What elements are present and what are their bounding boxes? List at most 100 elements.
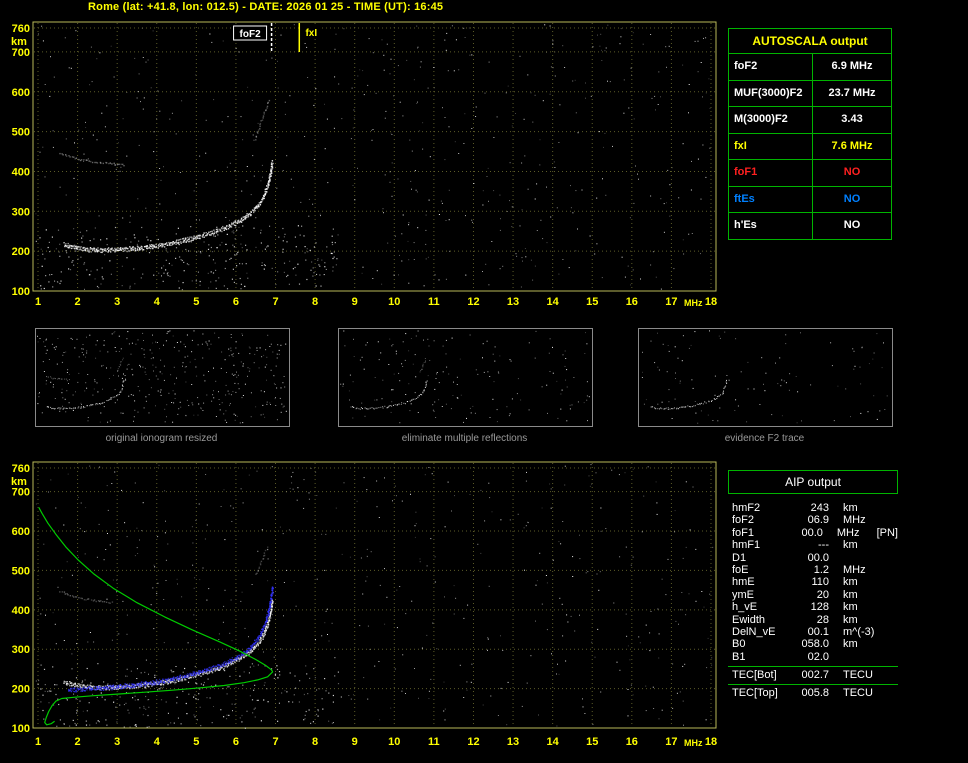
aip-row-unit [829,552,879,564]
svg-text:300: 300 [12,644,30,656]
svg-text:km: km [11,476,27,488]
svg-text:6: 6 [233,296,239,308]
svg-text:600: 600 [12,87,30,99]
svg-text:760: 760 [12,463,30,475]
svg-text:200: 200 [12,246,30,258]
aip-row-label: foF2 [732,514,755,527]
aip-row-unit: m^(-3) [843,625,875,638]
aip-row-note [879,564,898,576]
svg-text:400: 400 [12,605,30,617]
aip-row-note [879,576,898,588]
svg-text:200: 200 [12,684,30,696]
aip-row-label: h_vE [732,601,758,614]
autoscala-row-label: fxI [729,133,813,159]
svg-text:13: 13 [507,296,519,308]
aip-row-label: foF1 [732,526,755,539]
aip-row-note [879,651,898,663]
svg-text:14: 14 [547,296,560,308]
svg-text:17: 17 [665,296,677,308]
svg-text:4: 4 [154,736,161,748]
table-row: MUF(3000)F2 23.7 MHz [729,80,891,107]
aip-row-unit: km [843,601,858,614]
autoscala-row-value: 3.43 [841,113,863,125]
svg-text:5: 5 [193,296,199,308]
svg-text:300: 300 [12,206,30,218]
autoscala-row-label: h'Es [729,213,813,239]
svg-text:12: 12 [467,736,479,748]
aip-row-label: B0 [732,638,746,651]
aip-output-table: AIP output hmF2 243 km foF2 06.9 MHz foF1 00.0 M… [728,470,898,700]
aip-row-unit: km [843,638,858,651]
table-row: M(3000)F2 3.43 [729,107,891,134]
table-row: TEC[Top] 005.8 TECU [728,687,898,699]
aip-row-value: 02.0 [807,650,829,663]
autoscala-row-value: NO [843,166,861,178]
svg-text:7: 7 [272,296,278,308]
svg-text:3: 3 [114,736,120,748]
aip-row-label: foE [732,563,749,576]
thumbnail-original-ionogram [35,328,290,427]
aip-row-note [879,552,898,564]
svg-text:3: 3 [114,296,120,308]
aip-row-label: D1 [732,551,747,564]
aip-separator [728,684,898,686]
table-row: fxI 7.6 MHz [729,133,891,160]
svg-text:7: 7 [272,736,278,748]
aip-row-label: hmE [732,576,755,589]
aip-row-note: [PN] [876,526,898,539]
autoscala-row-label: ftEs [729,186,813,212]
table-row: hmE 110 km [728,576,898,588]
svg-text:8: 8 [312,736,318,748]
svg-text:16: 16 [626,296,638,308]
aip-row-value: 058.0 [801,638,829,651]
aip-row-label: TEC[Bot] [732,669,777,682]
aip-row-note [879,638,898,650]
svg-text:12: 12 [467,296,479,308]
aip-row-label: TEC[Top] [732,687,778,700]
svg-text:9: 9 [352,736,358,748]
aip-row-unit: km [843,588,858,601]
table-row: ftEs NO [729,186,891,213]
aip-row-note [879,687,898,699]
page-title: Rome (lat: +41.8, lon: 012.5) - DATE: 20… [88,1,444,13]
svg-text:760: 760 [12,23,30,35]
table-row: ymE 20 km [728,589,898,601]
aip-row-label: hmF1 [732,539,761,552]
svg-text:15: 15 [586,296,598,308]
thumbnail-eliminate-reflections [338,328,593,427]
svg-text:11: 11 [428,736,440,748]
aip-row-value: 005.8 [801,687,829,700]
thumbnail-caption-evidence: evidence F2 trace [724,433,805,444]
table-row: foF1 NO [729,160,891,187]
svg-text:13: 13 [507,736,519,748]
table-row: hmF1 --- km [728,539,898,551]
svg-text:foF2: foF2 [240,29,262,40]
aip-row-label: B1 [732,650,746,663]
aip-row-value: 243 [810,502,829,514]
aip-row-value: 1.2 [813,563,829,576]
svg-text:15: 15 [586,736,598,748]
svg-text:600: 600 [12,526,30,538]
aip-row-unit: MHz [843,563,866,576]
aip-table-rows: hmF2 243 km foF2 06.9 MHz foF1 00.0 MHz [PN] hmF1 -… [728,502,898,700]
autoscala-row-value: 23.7 MHz [828,86,876,99]
table-row: hmF2 243 km [728,502,898,514]
svg-text:10: 10 [388,296,400,308]
svg-text:8: 8 [312,296,318,308]
aip-row-value: 06.9 [807,514,829,527]
top-ionogram-plot: 1 2 3 4 5 6 7 8 9 10 11 12 13 14 15 16 17 18 MHz 760 700 600 5… [0,16,722,318]
aip-row-unit: km [843,613,858,626]
autoscala-row-label: MUF(3000)F2 [729,80,813,106]
table-row: foF1 00.0 MHz [PN] [728,527,898,539]
aip-row-note [879,514,898,526]
svg-text:fxI: fxI [305,28,317,39]
table-row: D1 00.0 [728,552,898,564]
aip-row-value: 00.0 [807,551,829,564]
thumbnail-caption-original: original ionogram resized [105,433,218,444]
svg-text:MHz: MHz [684,738,703,748]
svg-text:500: 500 [12,565,30,577]
aip-row-value: 00.1 [807,625,829,638]
aip-row-note [879,601,898,613]
svg-text:100: 100 [12,286,30,298]
table-row: Ewidth 28 km [728,614,898,626]
